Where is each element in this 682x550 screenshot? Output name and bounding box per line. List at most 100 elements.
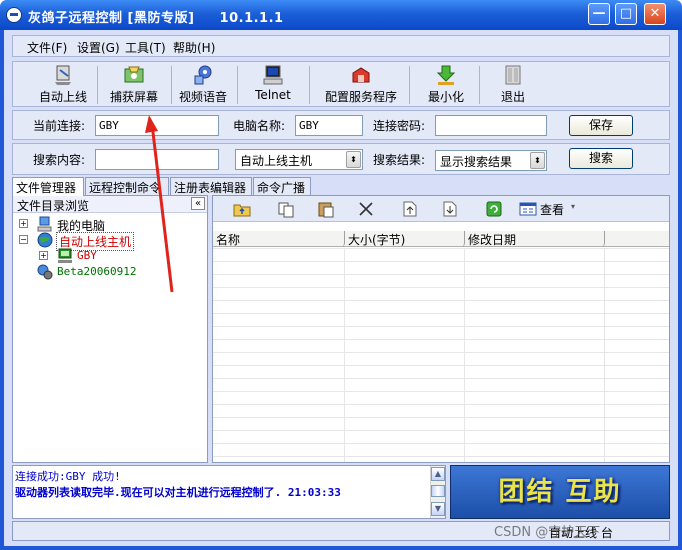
configure-server-icon bbox=[350, 64, 372, 86]
current-connection-field[interactable]: GBY bbox=[95, 115, 219, 136]
refresh-icon[interactable] bbox=[485, 200, 503, 218]
scroll-down-icon[interactable]: ▼ bbox=[431, 502, 445, 516]
computer-name-label: 电脑名称: bbox=[233, 119, 286, 133]
toolbar-separator bbox=[171, 66, 172, 104]
tool-label: 捕获屏幕 bbox=[109, 90, 158, 104]
tool-label: 视频语音 bbox=[178, 90, 227, 104]
connection-password-label: 连接密码: bbox=[373, 119, 426, 133]
log-line: 连接成功:GBY 成功! bbox=[15, 470, 121, 483]
computer-name-field[interactable]: GBY bbox=[295, 115, 363, 136]
toolbar-separator bbox=[97, 66, 98, 104]
column-header-name[interactable]: 名称 bbox=[213, 231, 345, 247]
search-result-label: 搜索结果: bbox=[373, 153, 426, 167]
search-content-field[interactable] bbox=[95, 149, 219, 170]
search-button[interactable]: 搜索 bbox=[569, 148, 633, 169]
collapse-icon[interactable]: « bbox=[191, 197, 205, 210]
app-icon[interactable] bbox=[6, 7, 22, 23]
column-header-size[interactable]: 大小(字节) bbox=[345, 231, 465, 247]
tool-label: 最小化 bbox=[427, 90, 464, 104]
view-menu-button[interactable]: 查看 ▾ bbox=[519, 200, 579, 218]
column-divider bbox=[344, 248, 345, 462]
search-scope-select[interactable]: 自动上线主机 ⬍ bbox=[235, 149, 363, 170]
tree-node-auto-online-hosts[interactable]: − 自动上线主机 bbox=[17, 232, 197, 251]
tab-remote-commands[interactable]: 远程控制命令 bbox=[85, 177, 169, 195]
tab-file-manager[interactable]: 文件管理器 bbox=[12, 177, 84, 196]
upload-icon[interactable] bbox=[401, 200, 419, 218]
host-computer-icon bbox=[57, 248, 73, 264]
file-toolbar: 查看 ▾ bbox=[213, 196, 669, 222]
minimize-button[interactable]: — bbox=[588, 3, 610, 25]
menu-tools[interactable]: 工具(T) bbox=[125, 39, 166, 56]
directory-panel: 文件目录浏览 « + 我的电脑 − 自动上线主机 + GBY Beta20060… bbox=[12, 195, 208, 463]
up-folder-icon[interactable] bbox=[233, 200, 251, 218]
chevron-down-icon[interactable]: ⬍ bbox=[346, 151, 361, 168]
tool-label: 退出 bbox=[500, 90, 525, 104]
tool-video-voice[interactable]: 视频语音 bbox=[175, 64, 231, 106]
expand-icon[interactable]: + bbox=[39, 251, 48, 260]
view-menu-label: 查看 bbox=[540, 203, 565, 217]
current-connection-label: 当前连接: bbox=[33, 119, 86, 133]
toolbar-separator bbox=[479, 66, 480, 104]
tab-registry-editor[interactable]: 注册表编辑器 bbox=[170, 177, 252, 195]
tool-exit[interactable]: 退出 bbox=[489, 64, 537, 106]
download-icon[interactable] bbox=[441, 200, 459, 218]
copy-icon[interactable] bbox=[277, 200, 295, 218]
log-line: 驱动器列表读取完毕.现在可以对主机进行远程控制了. 21:03:33 bbox=[15, 486, 341, 499]
title-bar[interactable]: 灰鸽子远程控制 [黑防专版] 10.1.1.1 — □ ✕ bbox=[0, 0, 682, 30]
tool-telnet[interactable]: Telnet bbox=[247, 64, 299, 106]
tool-label: 配置服务程序 bbox=[324, 90, 397, 104]
exit-icon bbox=[502, 64, 524, 86]
search-scope-value: 自动上线主机 bbox=[240, 154, 313, 168]
tree-node-label: Beta20060912 bbox=[57, 265, 137, 278]
tree-node-gby[interactable]: + GBY bbox=[17, 248, 197, 264]
tool-auto-online[interactable]: 自动上线 bbox=[35, 64, 91, 106]
tree-node-beta[interactable]: Beta20060912 bbox=[17, 264, 197, 280]
slogan-text: 团结 互助 bbox=[498, 477, 622, 507]
paste-icon[interactable] bbox=[317, 200, 335, 218]
connection-row: 当前连接: GBY 电脑名称: GBY 连接密码: 保存 bbox=[12, 110, 670, 140]
collapse-node-icon[interactable]: − bbox=[19, 235, 28, 244]
close-button[interactable]: ✕ bbox=[644, 3, 666, 25]
scroll-thumb[interactable] bbox=[431, 485, 445, 497]
chevron-down-icon[interactable]: ⬍ bbox=[530, 152, 545, 169]
tree-node-my-computer[interactable]: + 我的电脑 bbox=[17, 216, 197, 233]
directory-tree: + 我的电脑 − 自动上线主机 + GBY Beta20060912 bbox=[13, 214, 207, 462]
menu-file[interactable]: 文件(F) bbox=[27, 39, 67, 56]
log-panel: 连接成功:GBY 成功! 驱动器列表读取完毕.现在可以对主机进行远程控制了. 2… bbox=[12, 465, 446, 519]
toolbar-separator bbox=[409, 66, 410, 104]
column-divider bbox=[464, 248, 465, 462]
menu-help[interactable]: 帮助(H) bbox=[173, 39, 215, 56]
menu-settings[interactable]: 设置(G) bbox=[77, 39, 120, 56]
menu-bar: 文件(F) 设置(G) 工具(T) 帮助(H) bbox=[12, 35, 670, 57]
file-list-body[interactable] bbox=[213, 248, 669, 462]
main-toolbar: 自动上线 捕获屏幕 视频语音 Telnet 配置服务程序 最小化 退出 bbox=[12, 61, 670, 107]
search-row: 搜索内容: 自动上线主机 ⬍ 搜索结果: 显示搜索结果 ⬍ 搜索 bbox=[12, 143, 670, 175]
delete-icon[interactable] bbox=[357, 200, 375, 218]
tool-minimize[interactable]: 最小化 bbox=[421, 64, 471, 106]
slogan-banner: 团结 互助 bbox=[450, 465, 670, 519]
auto-online-icon bbox=[52, 64, 74, 86]
log-scrollbar[interactable]: ▲ ▼ bbox=[430, 466, 445, 518]
search-result-select[interactable]: 显示搜索结果 ⬍ bbox=[435, 150, 547, 171]
tab-command-broadcast[interactable]: 命令广播 bbox=[253, 177, 311, 195]
toolbar-separator bbox=[237, 66, 238, 104]
tool-label: 自动上线 bbox=[38, 90, 87, 104]
column-header-modified[interactable]: 修改日期 bbox=[465, 231, 605, 247]
tool-configure-server[interactable]: 配置服务程序 bbox=[319, 64, 403, 106]
minimize-icon bbox=[435, 64, 457, 86]
directory-panel-title: 文件目录浏览 bbox=[17, 199, 90, 213]
globe-icon bbox=[37, 232, 53, 248]
network-icon bbox=[37, 264, 53, 280]
search-content-label: 搜索内容: bbox=[33, 153, 86, 167]
connection-password-field[interactable] bbox=[435, 115, 547, 136]
search-result-value: 显示搜索结果 bbox=[440, 155, 513, 169]
expand-icon[interactable]: + bbox=[19, 219, 28, 228]
telnet-icon bbox=[262, 64, 284, 86]
maximize-button[interactable]: □ bbox=[615, 3, 637, 25]
tool-capture-screen[interactable]: 捕获屏幕 bbox=[103, 64, 165, 106]
window-title: 灰鸽子远程控制 [黑防专版] 10.1.1.1 bbox=[28, 11, 284, 26]
scroll-up-icon[interactable]: ▲ bbox=[431, 467, 445, 481]
save-button[interactable]: 保存 bbox=[569, 115, 633, 136]
file-list-panel: 查看 ▾ 名称 大小(字节) 修改日期 bbox=[212, 195, 670, 463]
video-voice-icon bbox=[192, 64, 214, 86]
